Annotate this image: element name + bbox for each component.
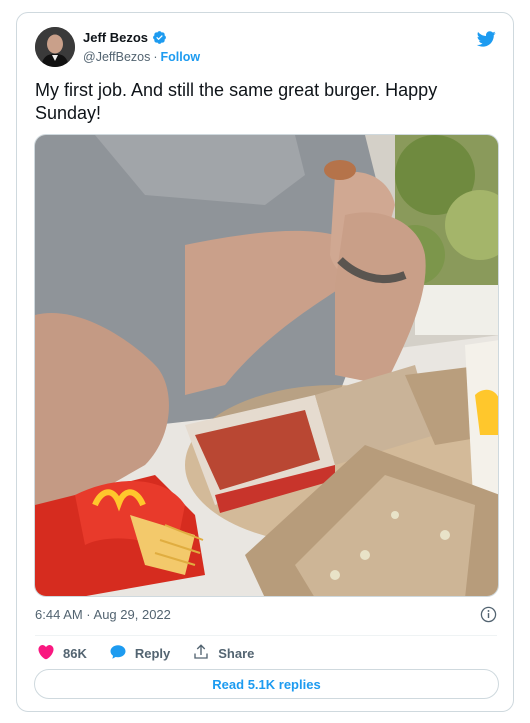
author-name[interactable]: Jeff Bezos — [83, 30, 148, 45]
divider — [35, 635, 497, 636]
info-icon[interactable] — [480, 606, 497, 623]
like-count: 86K — [63, 646, 87, 661]
reply-bubble-icon — [109, 643, 127, 664]
tweet-text: My first job. And still the same great b… — [35, 80, 438, 123]
avatar[interactable] — [35, 27, 75, 67]
share-icon — [192, 643, 210, 664]
tweet-timestamp[interactable]: 6:44 AM · Aug 29, 2022 — [35, 607, 171, 622]
timestamp-row: 6:44 AM · Aug 29, 2022 — [35, 606, 497, 623]
follow-button[interactable]: Follow — [161, 50, 201, 64]
like-action[interactable]: 86K — [37, 643, 87, 664]
share-action[interactable]: Share — [192, 643, 254, 664]
author-handle[interactable]: @JeffBezos — [83, 50, 150, 64]
tweet-actions: 86K Reply Share — [37, 643, 254, 664]
heart-icon — [37, 643, 55, 664]
tweet-photo[interactable] — [34, 134, 499, 597]
author-name-row: Jeff Bezos — [83, 30, 167, 45]
tweet-card: Jeff Bezos @JeffBezos · Follow My first … — [16, 12, 514, 712]
separator-dot: · — [153, 50, 158, 64]
author-handle-row: @JeffBezos · Follow — [83, 50, 200, 64]
reply-action[interactable]: Reply — [109, 643, 170, 664]
twitter-bird-icon[interactable] — [475, 29, 497, 47]
share-label: Share — [218, 646, 255, 661]
verified-badge-icon — [152, 30, 167, 45]
reply-label: Reply — [134, 646, 171, 661]
read-replies-button[interactable]: Read 5.1K replies — [34, 669, 499, 699]
